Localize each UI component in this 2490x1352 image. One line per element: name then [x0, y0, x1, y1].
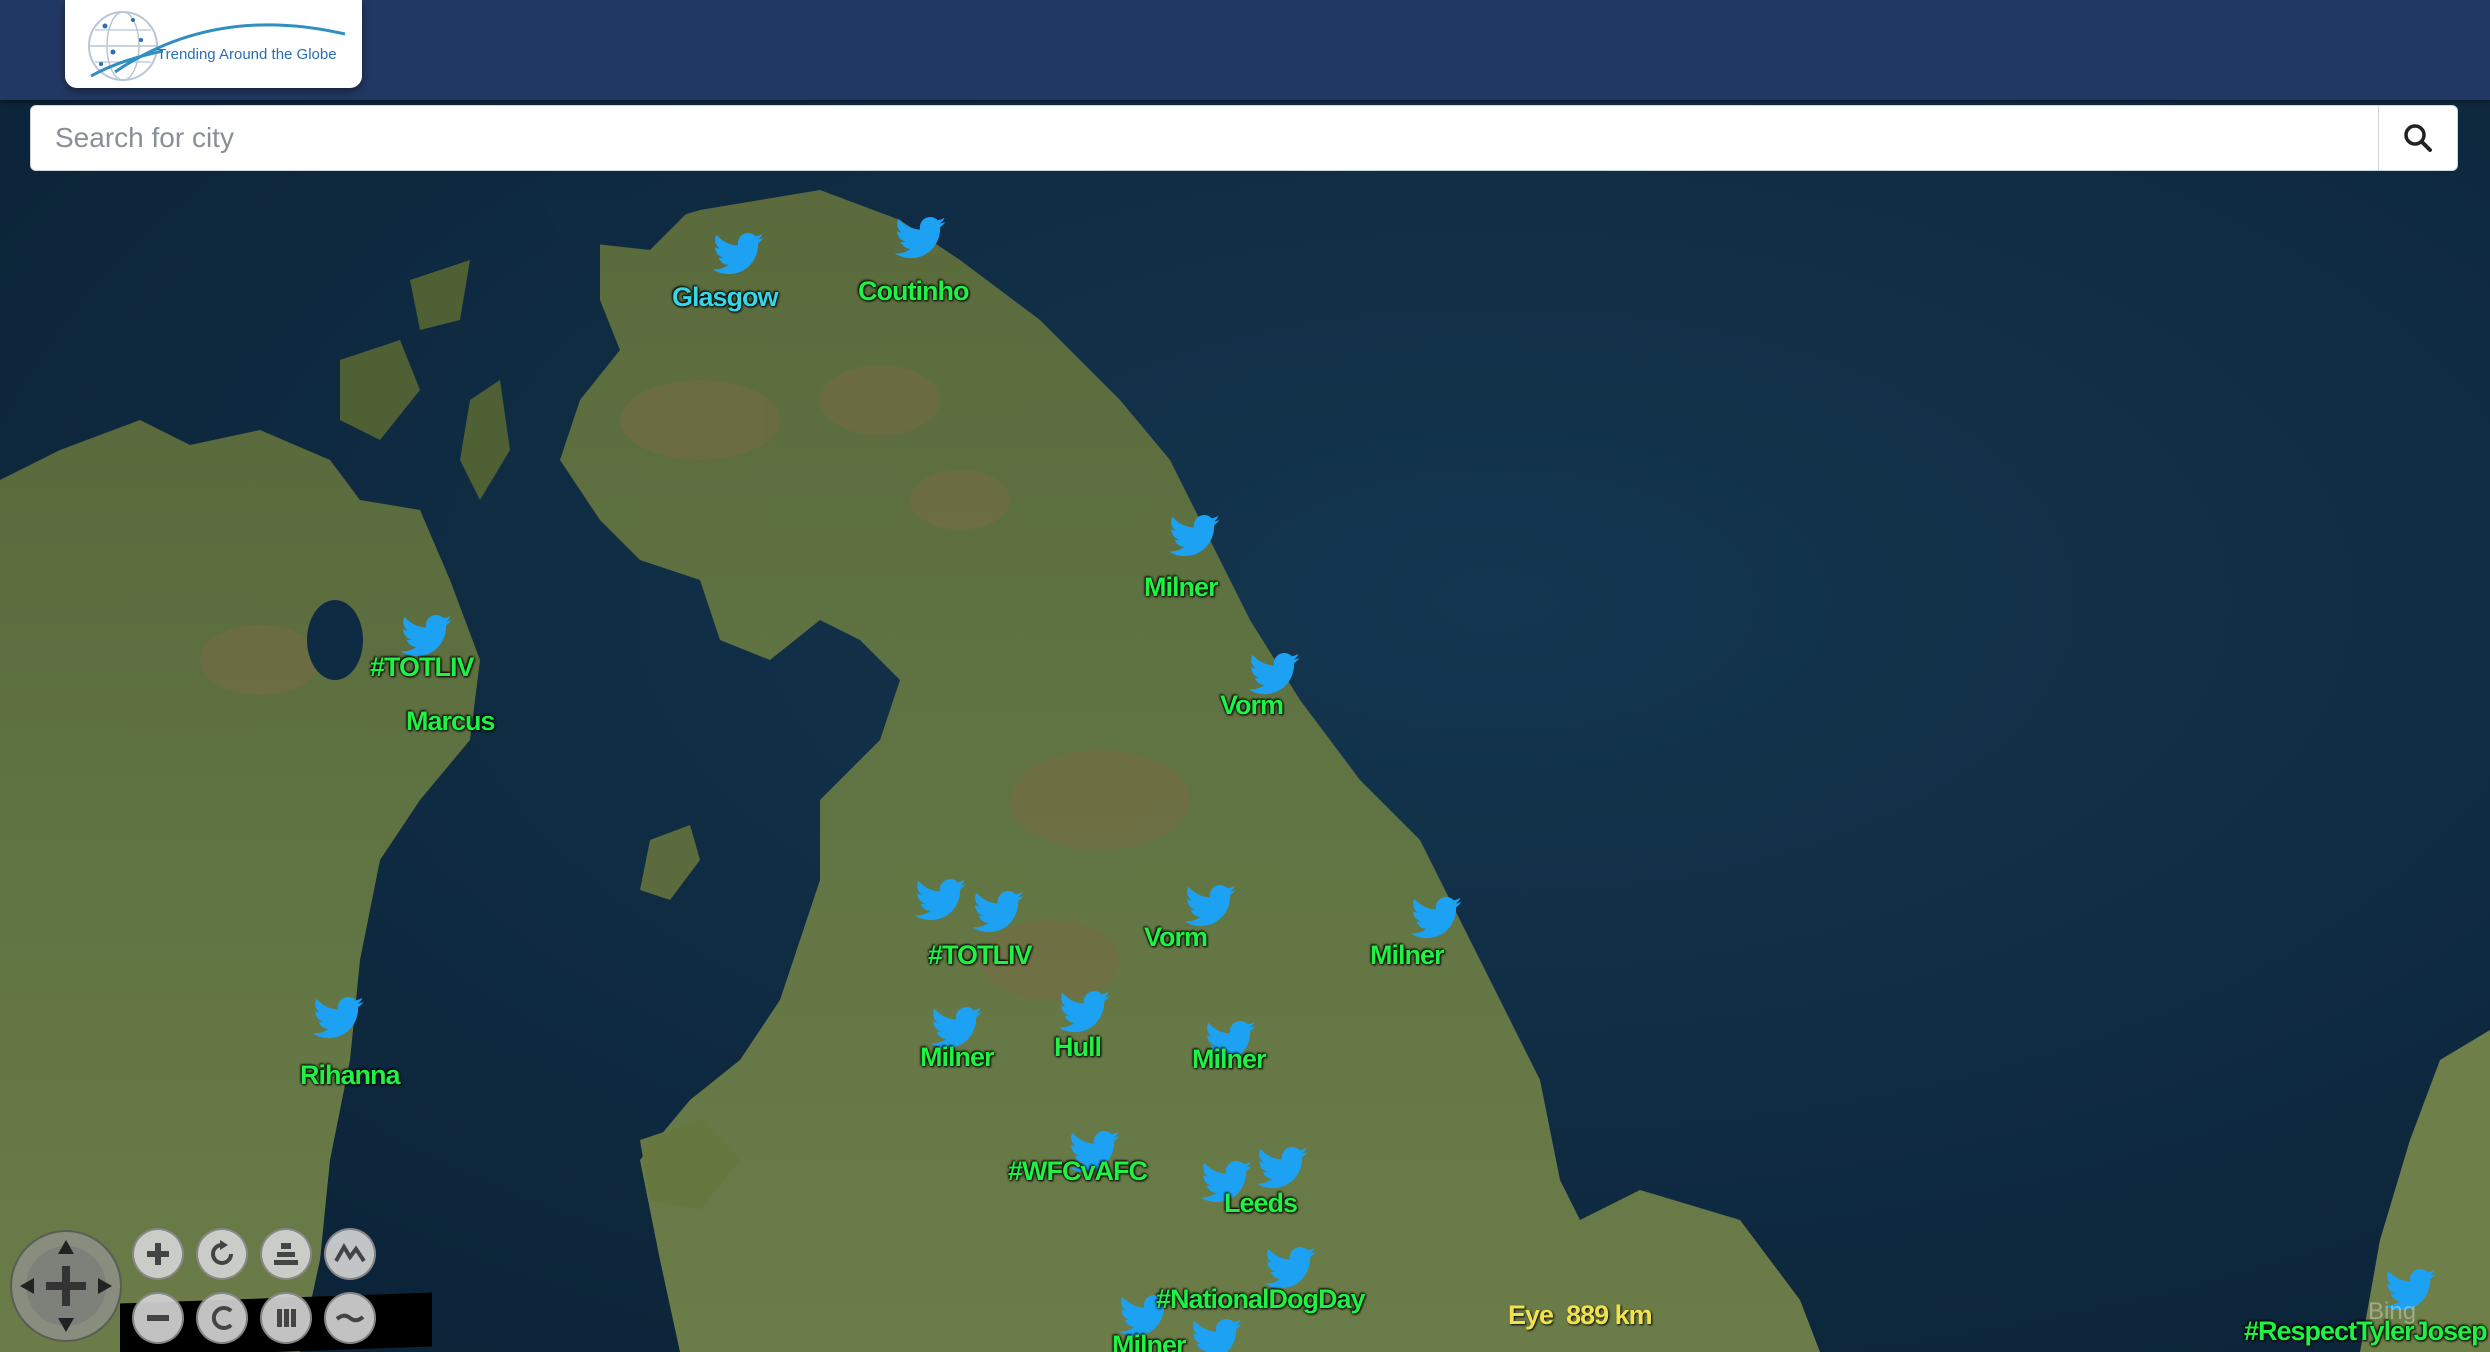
terrain-button[interactable] — [324, 1228, 376, 1280]
marker-label[interactable]: Milner — [1144, 572, 1219, 603]
twitter-bird-icon — [312, 996, 364, 1039]
marker-label[interactable]: Marcus — [406, 706, 496, 737]
twitter-bird-icon — [1256, 1146, 1308, 1189]
marker-label[interactable]: Glasgow — [672, 282, 779, 313]
logo-swoosh-icon — [114, 23, 346, 74]
marker-label[interactable]: Rihanna — [300, 1060, 401, 1091]
marker-label[interactable]: Coutinho — [858, 276, 969, 307]
marker-label[interactable]: Milner — [1370, 940, 1445, 971]
twitter-marker[interactable] — [1190, 1318, 1244, 1352]
marker-label[interactable]: Leeds — [1224, 1188, 1298, 1219]
twitter-bird-icon — [712, 232, 764, 275]
eye-value: 889 km — [1566, 1300, 1653, 1330]
marker-label[interactable]: Milner — [920, 1042, 995, 1073]
logo-text: Trending Around the Globe — [157, 46, 337, 63]
tilt-button[interactable] — [260, 1228, 312, 1280]
twitter-bird-icon — [1410, 896, 1462, 939]
tilt-icon — [274, 1243, 298, 1265]
rotate-icon — [211, 1240, 233, 1265]
marker-label[interactable]: #TOTLIV — [928, 940, 1033, 971]
logo[interactable]: Trending Around the Globe — [65, 0, 362, 88]
twitter-bird-icon — [1058, 990, 1110, 1033]
twitter-marker[interactable] — [1168, 514, 1222, 560]
twitter-marker[interactable] — [312, 996, 366, 1042]
marker-label[interactable]: Vorm — [1220, 690, 1284, 721]
search-button[interactable] — [2378, 106, 2457, 170]
twitter-bird-icon — [1168, 514, 1220, 557]
twitter-marker[interactable] — [1410, 896, 1464, 942]
top-header: Trending Around the Globe — [0, 0, 2490, 100]
pause-icon — [277, 1309, 296, 1327]
rotate-button[interactable] — [196, 1228, 248, 1280]
twitter-marker[interactable] — [914, 878, 968, 924]
reset-icon — [211, 1306, 233, 1330]
twitter-marker[interactable] — [712, 232, 766, 278]
search-input[interactable] — [31, 106, 2381, 170]
marker-label[interactable]: #NationalDogDay — [1156, 1284, 1366, 1315]
search-bar — [30, 105, 2458, 171]
zoom-in-button[interactable] — [132, 1228, 184, 1280]
marker-label[interactable]: #RespectTylerJosep — [2244, 1316, 2488, 1347]
twitter-marker[interactable] — [972, 890, 1026, 936]
globe-app: Trending Around the Globe Search for cit… — [0, 0, 2490, 1352]
map-attribution: Bing — [2368, 1298, 2417, 1325]
flat-view-button[interactable] — [324, 1292, 376, 1344]
twitter-bird-icon — [1193, 1318, 1242, 1352]
marker-label[interactable]: Milner — [1192, 1044, 1267, 1075]
eye-altitude-readout: Eye 889 km — [1508, 1300, 1653, 1331]
marker-label[interactable]: #TOTLIV — [370, 652, 475, 683]
eye-label: Eye — [1508, 1300, 1554, 1330]
terrain-icon — [334, 1243, 366, 1263]
zoom-out-button[interactable] — [132, 1292, 184, 1344]
twitter-bird-icon — [894, 216, 946, 259]
reset-view-button[interactable] — [196, 1292, 248, 1344]
compass-icon — [20, 1240, 112, 1332]
twitter-marker[interactable] — [1256, 1146, 1310, 1192]
marker-label[interactable]: Hull — [1054, 1032, 1102, 1063]
twitter-bird-icon — [972, 890, 1024, 933]
search-icon — [2404, 124, 2432, 152]
compass-control[interactable] — [10, 1230, 122, 1342]
marker-label[interactable]: Vorm — [1144, 922, 1208, 953]
flat-icon — [335, 1313, 365, 1323]
marker-label[interactable]: #WFCvAFC — [1008, 1156, 1148, 1187]
twitter-marker[interactable] — [894, 216, 948, 262]
twitter-bird-icon — [914, 878, 966, 921]
marker-label[interactable]: Milner — [1112, 1330, 1187, 1352]
twitter-marker[interactable] — [1058, 990, 1112, 1036]
zoom-in-icon — [147, 1243, 169, 1265]
pause-button[interactable] — [260, 1292, 312, 1344]
zoom-out-icon — [147, 1315, 169, 1321]
